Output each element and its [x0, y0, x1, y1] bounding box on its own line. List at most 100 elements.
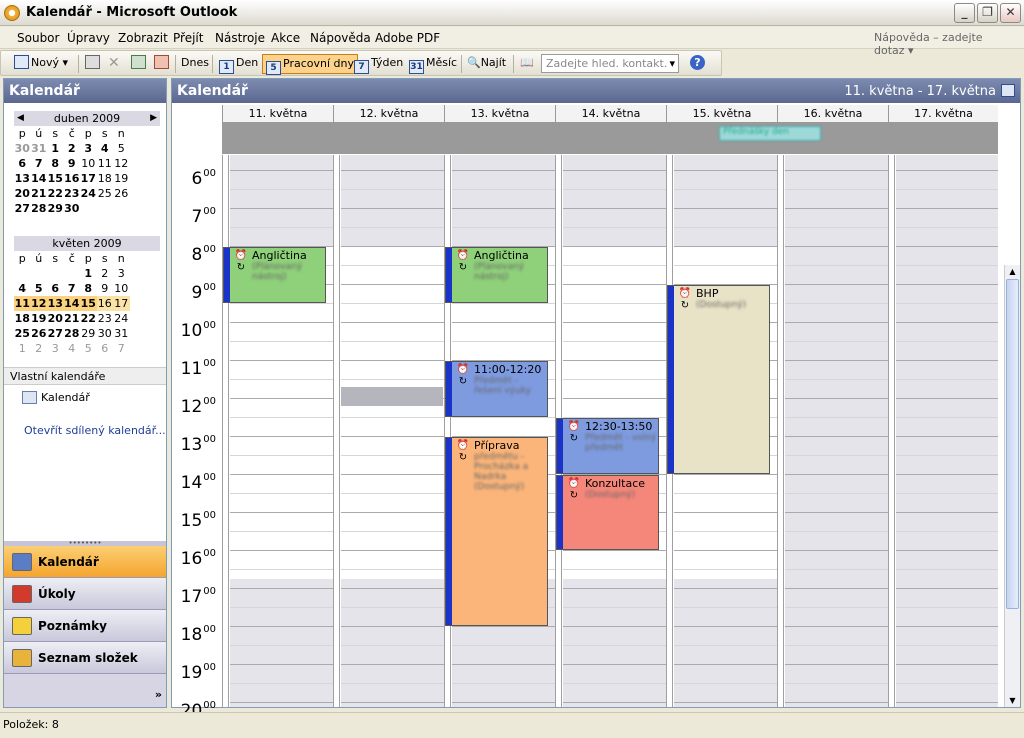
next-month-arrow-icon[interactable]: ▶	[150, 111, 157, 126]
mini-calendar-day[interactable]: 31	[113, 326, 130, 341]
mini-calendar-day[interactable]: 12	[30, 296, 47, 311]
mini-calendar-day[interactable]: 29	[80, 326, 97, 341]
mini-calendar-day[interactable]: 7	[113, 341, 130, 356]
mini-calendar-day[interactable]: 6	[14, 156, 31, 171]
mini-calendar-day[interactable]: 27	[47, 326, 64, 341]
appointment[interactable]: ⏰↻ Příprava předmětu - Procházka a Nadrka …	[445, 437, 548, 627]
selected-time-slot[interactable]	[341, 386, 443, 406]
mini-calendar-day[interactable]: 5	[113, 141, 130, 156]
mini-calendar-day[interactable]: 19	[113, 171, 130, 186]
configure-buttons-icon[interactable]: »	[155, 688, 162, 701]
mini-calendar-day[interactable]: 16	[96, 296, 113, 311]
address-book-button[interactable]	[151, 54, 174, 74]
mini-calendar-day[interactable]: 6	[47, 281, 64, 296]
day-header-5[interactable]: 15. května	[666, 105, 777, 123]
appointment[interactable]: ⏰↻ Angličtina (Plánovaný nástroj)	[445, 247, 548, 304]
day-column[interactable]	[222, 155, 334, 707]
scroll-up-button[interactable]: ▲	[1005, 265, 1020, 278]
day-header-2[interactable]: 12. května	[333, 105, 444, 123]
mini-calendar-day[interactable]: 6	[97, 341, 114, 356]
mini-calendar-day[interactable]: 2	[97, 266, 114, 281]
prev-month-arrow-icon[interactable]: ◀	[17, 111, 24, 126]
mini-calendar-day[interactable]: 8	[80, 281, 97, 296]
mini-calendar-day[interactable]: 12	[113, 156, 130, 171]
mini-calendar-day[interactable]: 28	[31, 201, 48, 216]
mini-calendar-day[interactable]: 29	[47, 201, 64, 216]
mini-calendar-day[interactable]: 26	[31, 326, 48, 341]
help-button[interactable]: ?	[687, 54, 708, 74]
mini-calendar-day[interactable]: 17	[80, 171, 97, 186]
mini-calendar-day[interactable]: 26	[113, 186, 130, 201]
nav-button-calendar[interactable]: Kalendář	[4, 546, 166, 578]
mini-calendar-day[interactable]: 14	[63, 296, 80, 311]
mini-calendar-day[interactable]: 13	[14, 171, 31, 186]
mini-calendar-day[interactable]: 24	[80, 186, 97, 201]
appointment[interactable]: ⏰↻ Angličtina (Plánovaný nástroj)	[223, 247, 326, 304]
nav-button-folder[interactable]: Seznam složek	[4, 642, 166, 674]
all-day-event[interactable]: Přednášky den	[719, 126, 821, 141]
mini-calendar-day[interactable]: 3	[47, 341, 64, 356]
mini-calendar-day[interactable]: 1	[14, 341, 31, 356]
close-button[interactable]: ✕	[1000, 3, 1021, 23]
day-column[interactable]	[333, 155, 445, 707]
mini-calendar-day[interactable]: 4	[97, 141, 114, 156]
mini-calendar-day[interactable]: 19	[31, 311, 48, 326]
vertical-scrollbar[interactable]: ▲ ▼	[1004, 265, 1020, 707]
appointment[interactable]: ⏰↻ 11:00-12:20 Předmět - řešení výuky	[445, 361, 548, 418]
contact-dropdown-icon[interactable]: ▾	[669, 57, 675, 70]
mini-calendar-day[interactable]: 3	[113, 266, 130, 281]
day-header-6[interactable]: 16. května	[777, 105, 888, 123]
mini-calendar-day[interactable]: 18	[14, 311, 31, 326]
mini-calendar-day[interactable]: 30	[97, 326, 114, 341]
new-button[interactable]: Nový ▾	[11, 54, 71, 74]
mini-calendar-day[interactable]: 10	[80, 156, 97, 171]
mini-calendar-day[interactable]: 15	[80, 296, 97, 311]
mini-calendar-day[interactable]: 25	[97, 186, 114, 201]
mini-calendar-day[interactable]: 21	[64, 311, 81, 326]
appointment[interactable]: ⏰↻ Konzultace (Dostupný)	[556, 475, 659, 551]
day-column[interactable]	[777, 155, 889, 707]
mini-calendar-day[interactable]: 1	[47, 141, 64, 156]
mini-calendar-day[interactable]: 16	[64, 171, 81, 186]
day-header-4[interactable]: 14. května	[555, 105, 666, 123]
mini-calendar-day[interactable]: 14	[31, 171, 48, 186]
mini-calendar-day[interactable]: 2	[64, 141, 81, 156]
calendar-list-item[interactable]: Kalendář	[22, 391, 90, 404]
find-button[interactable]: 🔍Najít	[464, 54, 509, 74]
menu-nastroje[interactable]: Nástroje	[215, 31, 265, 45]
appointment[interactable]: ⏰↻ BHP (Dostupný)	[667, 285, 770, 475]
mini-calendar-day[interactable]: 21	[31, 186, 48, 201]
mini-calendar-day[interactable]: 22	[47, 186, 64, 201]
mini-calendar-day[interactable]: 7	[31, 156, 48, 171]
minimize-button[interactable]: _	[954, 3, 975, 23]
day-header-7[interactable]: 17. května	[888, 105, 998, 123]
mini-calendar-day[interactable]: 11	[14, 296, 31, 311]
mini-calendar-day[interactable]: 11	[97, 156, 114, 171]
delete-button[interactable]: ✕	[105, 54, 123, 74]
mini-calendar-day[interactable]: 23	[64, 186, 81, 201]
mini-calendar-day[interactable]: 4	[14, 281, 31, 296]
mini-calendar-day[interactable]: 2	[31, 341, 48, 356]
menu-prejit[interactable]: Přejít	[173, 31, 203, 45]
mini-calendar-day[interactable]: 9	[97, 281, 114, 296]
mini-calendar-day[interactable]: 28	[64, 326, 81, 341]
mini-calendar-day[interactable]: 20	[47, 311, 64, 326]
mini-calendar-day[interactable]: 31	[31, 141, 48, 156]
menu-adobe-pdf[interactable]: Adobe PDF	[375, 31, 440, 45]
appointment[interactable]: ⏰↻ 12:30-13:50 Předmět - volný předmět	[556, 418, 659, 475]
mini-calendar-day[interactable]: 23	[97, 311, 114, 326]
menu-akce[interactable]: Akce	[271, 31, 300, 45]
mini-calendar-day[interactable]: 24	[113, 311, 130, 326]
mini-calendar-day[interactable]: 1	[80, 266, 97, 281]
mini-calendar-day[interactable]: 3	[80, 141, 97, 156]
mini-calendar-day[interactable]: 5	[31, 281, 48, 296]
day-header-3[interactable]: 13. května	[444, 105, 555, 123]
week-view-button[interactable]: 7 Týden	[351, 54, 406, 74]
mini-calendar-day[interactable]: 30	[64, 201, 81, 216]
mini-calendar-day[interactable]: 9	[64, 156, 81, 171]
mini-calendar-day[interactable]: 4	[64, 341, 81, 356]
mini-calendar-day[interactable]: 17	[113, 296, 130, 311]
scroll-thumb[interactable]	[1006, 279, 1019, 609]
mini-calendar-day[interactable]: 15	[47, 171, 64, 186]
day-grid[interactable]: ⏰↻ Angličtina (Plánovaný nástroj) ⏰↻ Angličt…	[222, 155, 998, 707]
